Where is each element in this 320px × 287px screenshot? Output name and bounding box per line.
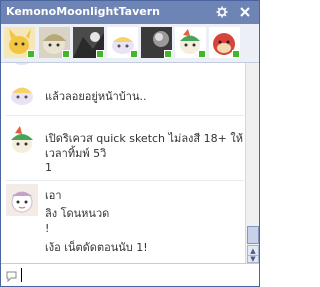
message-list[interactable]: แล้วลอยอยู่หน้าบ้าน.. เปิดริเควส quick s… (1, 63, 245, 263)
participant-avatar[interactable] (175, 27, 206, 58)
sender-avatar[interactable] (6, 63, 38, 69)
message-text: ! (45, 222, 50, 235)
message-text: เอา (45, 189, 62, 202)
message-group: เปิดริเควส quick sketch ไม่ลงสี 18+ ให้ … (1, 125, 245, 177)
message-text: เวลาทิ้มพ์ 5วิ (45, 147, 107, 160)
participant-avatar[interactable] (107, 27, 138, 58)
sender-avatar[interactable] (6, 184, 38, 216)
online-status-icon (27, 50, 35, 58)
online-status-icon (198, 50, 206, 58)
participant-avatar[interactable] (141, 27, 172, 58)
message-group: แล้วลอยอยู่หน้าบ้าน.. (1, 77, 245, 113)
text-caret (21, 268, 22, 282)
message-text: แล้วลอยอยู่หน้าบ้าน.. (45, 90, 147, 103)
emoticon-icon[interactable] (5, 268, 19, 283)
online-status-icon (164, 50, 172, 58)
message-divider (6, 115, 244, 116)
online-status-icon (62, 50, 70, 58)
chat-window: KemonoMoonlightTavern แล้วลอยอยู่หน้าบ้า… (0, 0, 260, 287)
online-status-icon (232, 50, 240, 58)
participant-strip (1, 24, 259, 63)
message-text: เง้อ เน็ตดัดตอนนับ 1! (45, 241, 148, 254)
message-scrollbar[interactable]: ▲ ▼ (245, 63, 259, 263)
scrollbar-thumb[interactable] (247, 226, 259, 244)
online-status-icon (130, 50, 138, 58)
participant-avatar[interactable] (209, 27, 240, 58)
chat-titlebar[interactable]: KemonoMoonlightTavern (1, 1, 259, 24)
message-text: ลิง โดนหนวด (45, 207, 110, 220)
participant-avatar[interactable] (73, 27, 104, 58)
message-group (1, 63, 245, 71)
message-input[interactable] (21, 267, 253, 283)
sender-avatar[interactable] (6, 77, 38, 109)
scroll-down-icon[interactable]: ▼ (247, 255, 259, 263)
participant-avatar[interactable] (4, 27, 35, 58)
gear-icon[interactable] (213, 3, 231, 21)
sender-avatar[interactable] (6, 125, 38, 157)
message-composer (1, 263, 259, 286)
close-icon[interactable] (236, 3, 254, 21)
participant-avatar[interactable] (39, 27, 70, 58)
message-divider (6, 180, 244, 181)
message-text: 1 (45, 161, 52, 174)
message-group: เอา ลิง โดนหนวด ! เง้อ เน็ตดัดตอนนับ 1! (1, 184, 245, 260)
chat-title: KemonoMoonlightTavern (6, 5, 160, 18)
online-status-icon (96, 50, 104, 58)
